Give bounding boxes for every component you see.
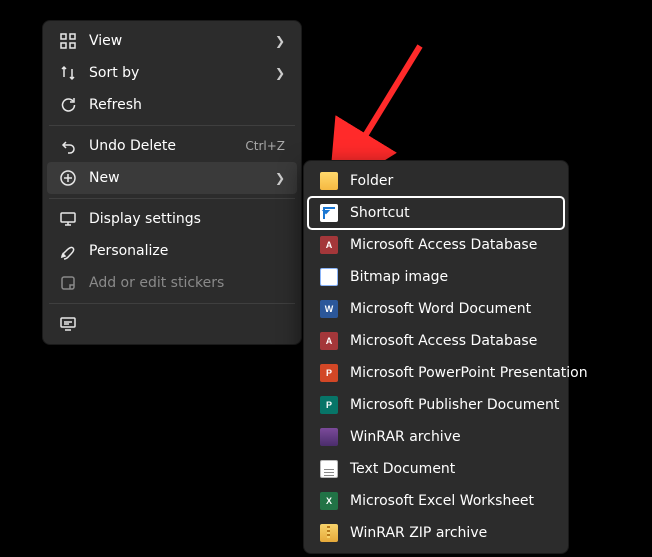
new-icon: [59, 169, 77, 187]
submenu-item-label: WinRAR ZIP archive: [350, 525, 552, 541]
menu-item-label: View: [89, 33, 263, 49]
word-icon: W: [320, 300, 338, 318]
submenu-item-publisher-document[interactable]: P Microsoft Publisher Document: [308, 389, 564, 421]
submenu-item-word-document[interactable]: W Microsoft Word Document: [308, 293, 564, 325]
publisher-icon: P: [320, 396, 338, 414]
submenu-item-label: Bitmap image: [350, 269, 552, 285]
text-icon: [320, 460, 338, 478]
submenu-item-access-database[interactable]: A Microsoft Access Database: [308, 325, 564, 357]
menu-separator: [49, 125, 295, 126]
shortcut-icon: [320, 204, 338, 222]
submenu-item-winrar-archive[interactable]: WinRAR archive: [308, 421, 564, 453]
rar-icon: [320, 428, 338, 446]
menu-item-show-more-options[interactable]: [47, 308, 297, 340]
menu-item-display-settings[interactable]: Display settings: [47, 203, 297, 235]
desktop-context-menu: View ❯ Sort by ❯ Refresh Undo Delete Ctr…: [42, 20, 302, 345]
undo-icon: [59, 137, 77, 155]
menu-item-new[interactable]: New ❯: [47, 162, 297, 194]
menu-item-label: Add or edit stickers: [89, 275, 285, 291]
submenu-item-winrar-zip-archive[interactable]: WinRAR ZIP archive: [308, 517, 564, 549]
submenu-item-powerpoint-presentation[interactable]: P Microsoft PowerPoint Presentation: [308, 357, 564, 389]
submenu-item-label: Microsoft Publisher Document: [350, 397, 559, 413]
submenu-item-label: Microsoft Access Database: [350, 237, 552, 253]
menu-item-label: Display settings: [89, 211, 285, 227]
submenu-item-label: Folder: [350, 173, 552, 189]
menu-item-undo-delete[interactable]: Undo Delete Ctrl+Z: [47, 130, 297, 162]
menu-item-stickers: Add or edit stickers: [47, 267, 297, 299]
display-icon: [59, 210, 77, 228]
menu-item-accelerator: Ctrl+Z: [245, 139, 285, 153]
folder-icon: [320, 172, 338, 190]
submenu-item-label: WinRAR archive: [350, 429, 552, 445]
chevron-right-icon: ❯: [275, 171, 285, 185]
new-submenu: Folder Shortcut A Microsoft Access Datab…: [303, 160, 569, 554]
menu-item-refresh[interactable]: Refresh: [47, 89, 297, 121]
submenu-item-label: Microsoft Access Database: [350, 333, 552, 349]
menu-item-label: Personalize: [89, 243, 285, 259]
submenu-item-bitmap-image[interactable]: Bitmap image: [308, 261, 564, 293]
submenu-item-label: Shortcut: [350, 205, 552, 221]
refresh-icon: [59, 96, 77, 114]
more-options-icon: [59, 315, 77, 333]
submenu-item-label: Microsoft Word Document: [350, 301, 552, 317]
submenu-item-folder[interactable]: Folder: [308, 165, 564, 197]
chevron-right-icon: ❯: [275, 34, 285, 48]
access-icon: A: [320, 236, 338, 254]
chevron-right-icon: ❯: [275, 66, 285, 80]
menu-item-label: Undo Delete: [89, 138, 233, 154]
access-icon: A: [320, 332, 338, 350]
menu-item-personalize[interactable]: Personalize: [47, 235, 297, 267]
view-icon: [59, 32, 77, 50]
bitmap-icon: [320, 268, 338, 286]
submenu-item-text-document[interactable]: Text Document: [308, 453, 564, 485]
stickers-icon: [59, 274, 77, 292]
menu-separator: [49, 303, 295, 304]
powerpoint-icon: P: [320, 364, 338, 382]
sort-icon: [59, 64, 77, 82]
excel-icon: X: [320, 492, 338, 510]
menu-item-view[interactable]: View ❯: [47, 25, 297, 57]
submenu-item-label: Microsoft PowerPoint Presentation: [350, 365, 588, 381]
personalize-icon: [59, 242, 77, 260]
menu-separator: [49, 198, 295, 199]
submenu-item-label: Text Document: [350, 461, 552, 477]
menu-item-label: Refresh: [89, 97, 285, 113]
menu-item-label: Sort by: [89, 65, 263, 81]
submenu-item-shortcut[interactable]: Shortcut: [308, 197, 564, 229]
menu-item-sort-by[interactable]: Sort by ❯: [47, 57, 297, 89]
menu-item-label: New: [89, 170, 263, 186]
submenu-item-excel-worksheet[interactable]: X Microsoft Excel Worksheet: [308, 485, 564, 517]
zip-icon: [320, 524, 338, 542]
submenu-item-access-database[interactable]: A Microsoft Access Database: [308, 229, 564, 261]
submenu-item-label: Microsoft Excel Worksheet: [350, 493, 552, 509]
